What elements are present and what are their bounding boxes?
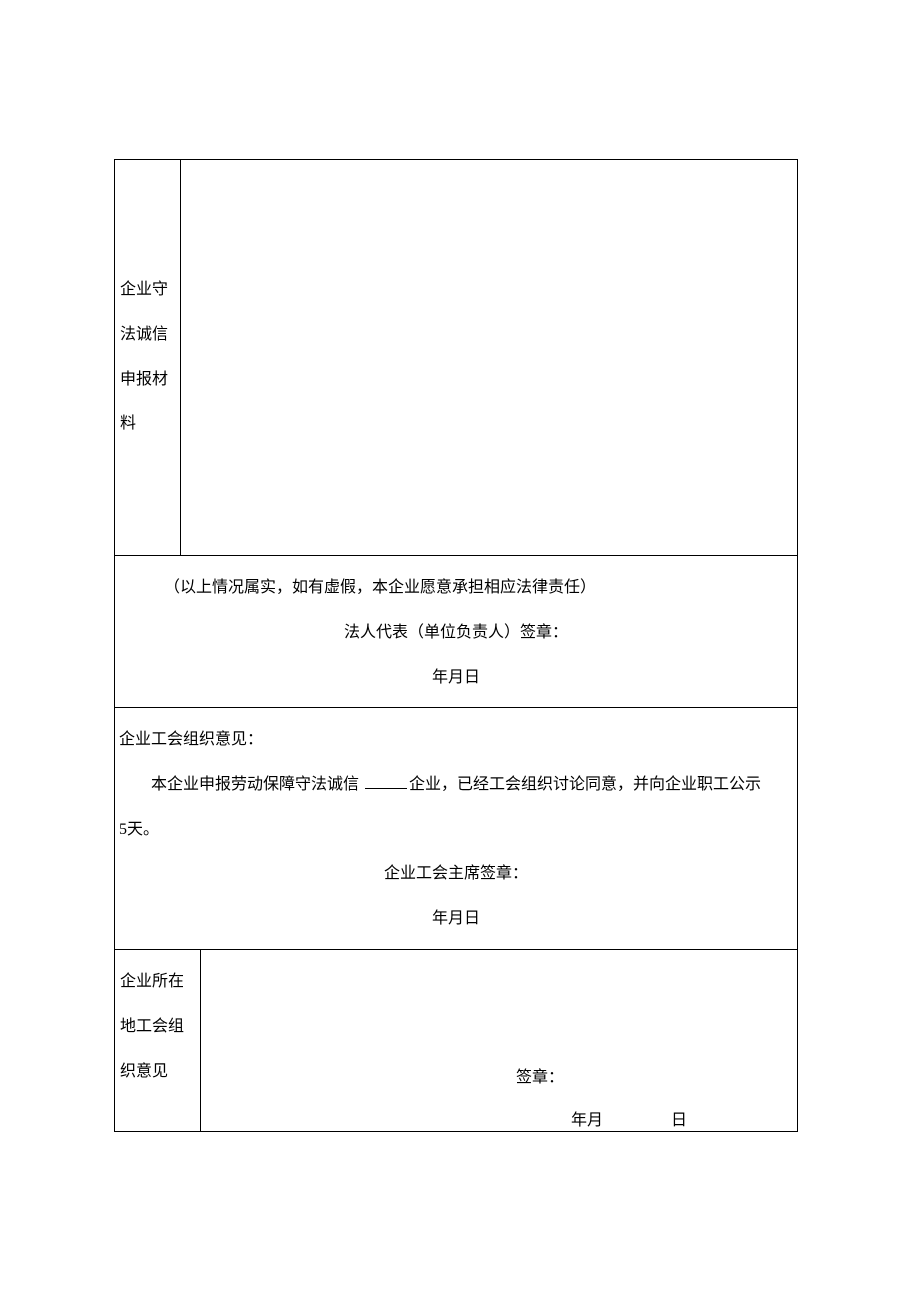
union-opinion-title: 企业工会组织意见： — [119, 718, 793, 763]
date-ym: 年月 — [571, 1112, 603, 1129]
section1-content-cell — [181, 160, 797, 555]
section4-date-label: 年月 日 — [571, 1099, 687, 1144]
section2-date-label: 年月日 — [120, 656, 792, 701]
body-line2: 5天。 — [119, 808, 793, 853]
body-prefix: 本企业申报劳动保障守法诚信 — [151, 776, 363, 793]
date-d: 日 — [671, 1112, 687, 1129]
disclaimer-text: （以上情况属实，如有虚假，本企业愿意承担相应法律责任） — [120, 566, 792, 611]
body-suffix: 企业，已经工会组织讨论同意，并向企业职工公示 — [409, 776, 761, 793]
union-chair-signature-label: 企业工会主席签章： — [119, 852, 793, 897]
section4-label: 企业所在地工会组织意见 — [120, 973, 184, 1080]
blank-fill-field[interactable] — [365, 788, 407, 789]
section4-label-cell: 企业所在地工会组织意见 — [115, 950, 201, 1131]
legal-rep-signature-label: 法人代表（单位负责人）签章： — [120, 611, 792, 656]
section4-signature-label: 签章： — [516, 1056, 564, 1101]
section-union-opinion: 企业工会组织意见： 本企业申报劳动保障守法诚信 企业，已经工会组织讨论同意，并向… — [115, 708, 797, 950]
section3-date-label: 年月日 — [119, 897, 793, 942]
section-local-union-opinion: 企业所在地工会组织意见 签章： 年月 日 — [115, 950, 797, 1131]
section-enterprise-materials: 企业守法诚信申报材料 — [115, 160, 797, 556]
section1-label-cell: 企业守法诚信申报材料 — [115, 160, 181, 555]
form-table: 企业守法诚信申报材料 （以上情况属实，如有虚假，本企业愿意承担相应法律责任） 法… — [114, 159, 798, 1132]
section-disclaimer-signature: （以上情况属实，如有虚假，本企业愿意承担相应法律责任） 法人代表（单位负责人）签… — [115, 556, 797, 708]
section4-content-cell: 签章： 年月 日 — [201, 950, 797, 1131]
section1-label: 企业守法诚信申报材料 — [120, 268, 175, 447]
union-opinion-body: 本企业申报劳动保障守法诚信 企业，已经工会组织讨论同意，并向企业职工公示 — [119, 763, 793, 808]
